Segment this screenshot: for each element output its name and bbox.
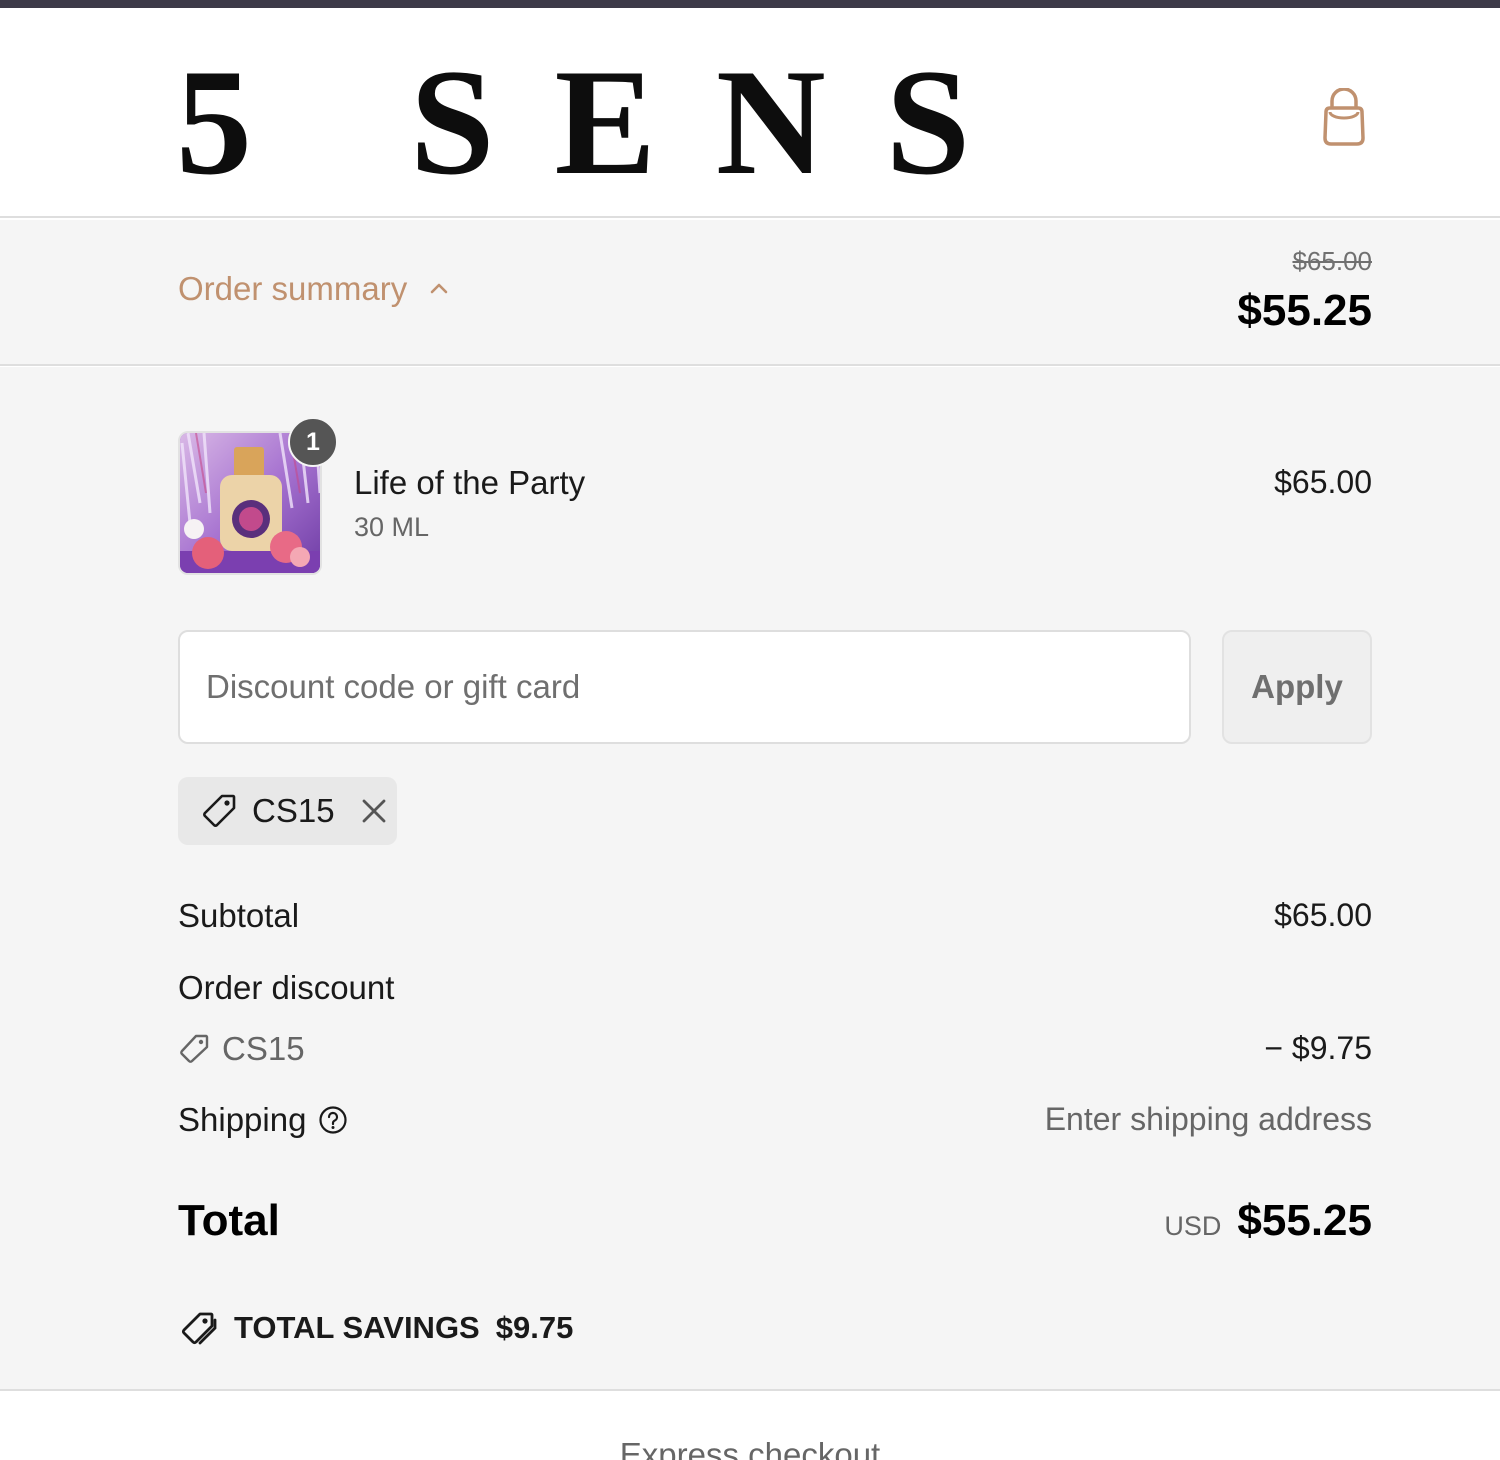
apply-discount-button[interactable]: Apply — [1222, 630, 1372, 744]
shipping-label: Shipping — [178, 1101, 307, 1138]
shipping-help-button[interactable] — [318, 1105, 348, 1135]
brand-logo[interactable]: 5 SENS — [176, 46, 1030, 198]
total-value-group: USD $55.25 — [1164, 1196, 1372, 1246]
top-accent-bar — [0, 0, 1500, 8]
order-discount-code-text: CS15 — [222, 1030, 305, 1067]
shopping-bag-icon — [1323, 87, 1365, 146]
discount-code-input[interactable] — [178, 630, 1191, 744]
quantity-badge: 1 — [288, 417, 338, 467]
brand-logo-text: 5 SENS — [176, 38, 1031, 206]
order-discount-label: Order discount — [178, 969, 395, 1006]
savings-label: TOTAL SAVINGS — [234, 1310, 480, 1345]
express-checkout-heading: Express checkout — [619, 1436, 881, 1460]
tag-icon — [180, 1034, 209, 1063]
order-summary-toggle[interactable]: Order summary — [178, 270, 451, 308]
remove-discount-button[interactable] — [359, 796, 389, 826]
site-header: 5 SENS — [0, 8, 1500, 218]
order-discount-value: − $9.75 — [1264, 1030, 1372, 1066]
product-variant: 30 ML — [354, 512, 430, 542]
close-icon — [362, 799, 385, 823]
currency-code: USD — [1164, 1211, 1222, 1241]
subtotal-value: $65.00 — [1274, 897, 1372, 933]
tag-icon — [200, 792, 238, 830]
savings-value: $9.75 — [495, 1310, 574, 1345]
order-summary-label: Order summary — [178, 270, 408, 307]
order-discount-code: CS15 — [178, 1030, 305, 1068]
help-circle-icon — [319, 1106, 348, 1134]
summary-total: $55.25 — [1237, 286, 1372, 335]
shipping-label-row: Shipping — [178, 1101, 348, 1139]
subtotal-label: Subtotal — [178, 897, 300, 934]
total-label: Total — [178, 1196, 280, 1245]
chevron-up-icon — [430, 283, 448, 294]
tags-icon — [181, 1312, 217, 1345]
product-name: Life of the Party — [354, 464, 586, 501]
total-amount: $55.25 — [1237, 1196, 1372, 1245]
cart-button[interactable] — [1318, 87, 1370, 148]
original-price: $65.00 — [1292, 246, 1372, 276]
shipping-value: Enter shipping address — [1044, 1101, 1372, 1137]
total-savings: TOTAL SAVINGS $9.75 — [178, 1308, 573, 1348]
product-price: $65.00 — [1274, 464, 1372, 500]
applied-discount-chip: CS15 — [178, 777, 397, 845]
applied-code-text: CS15 — [252, 792, 335, 829]
